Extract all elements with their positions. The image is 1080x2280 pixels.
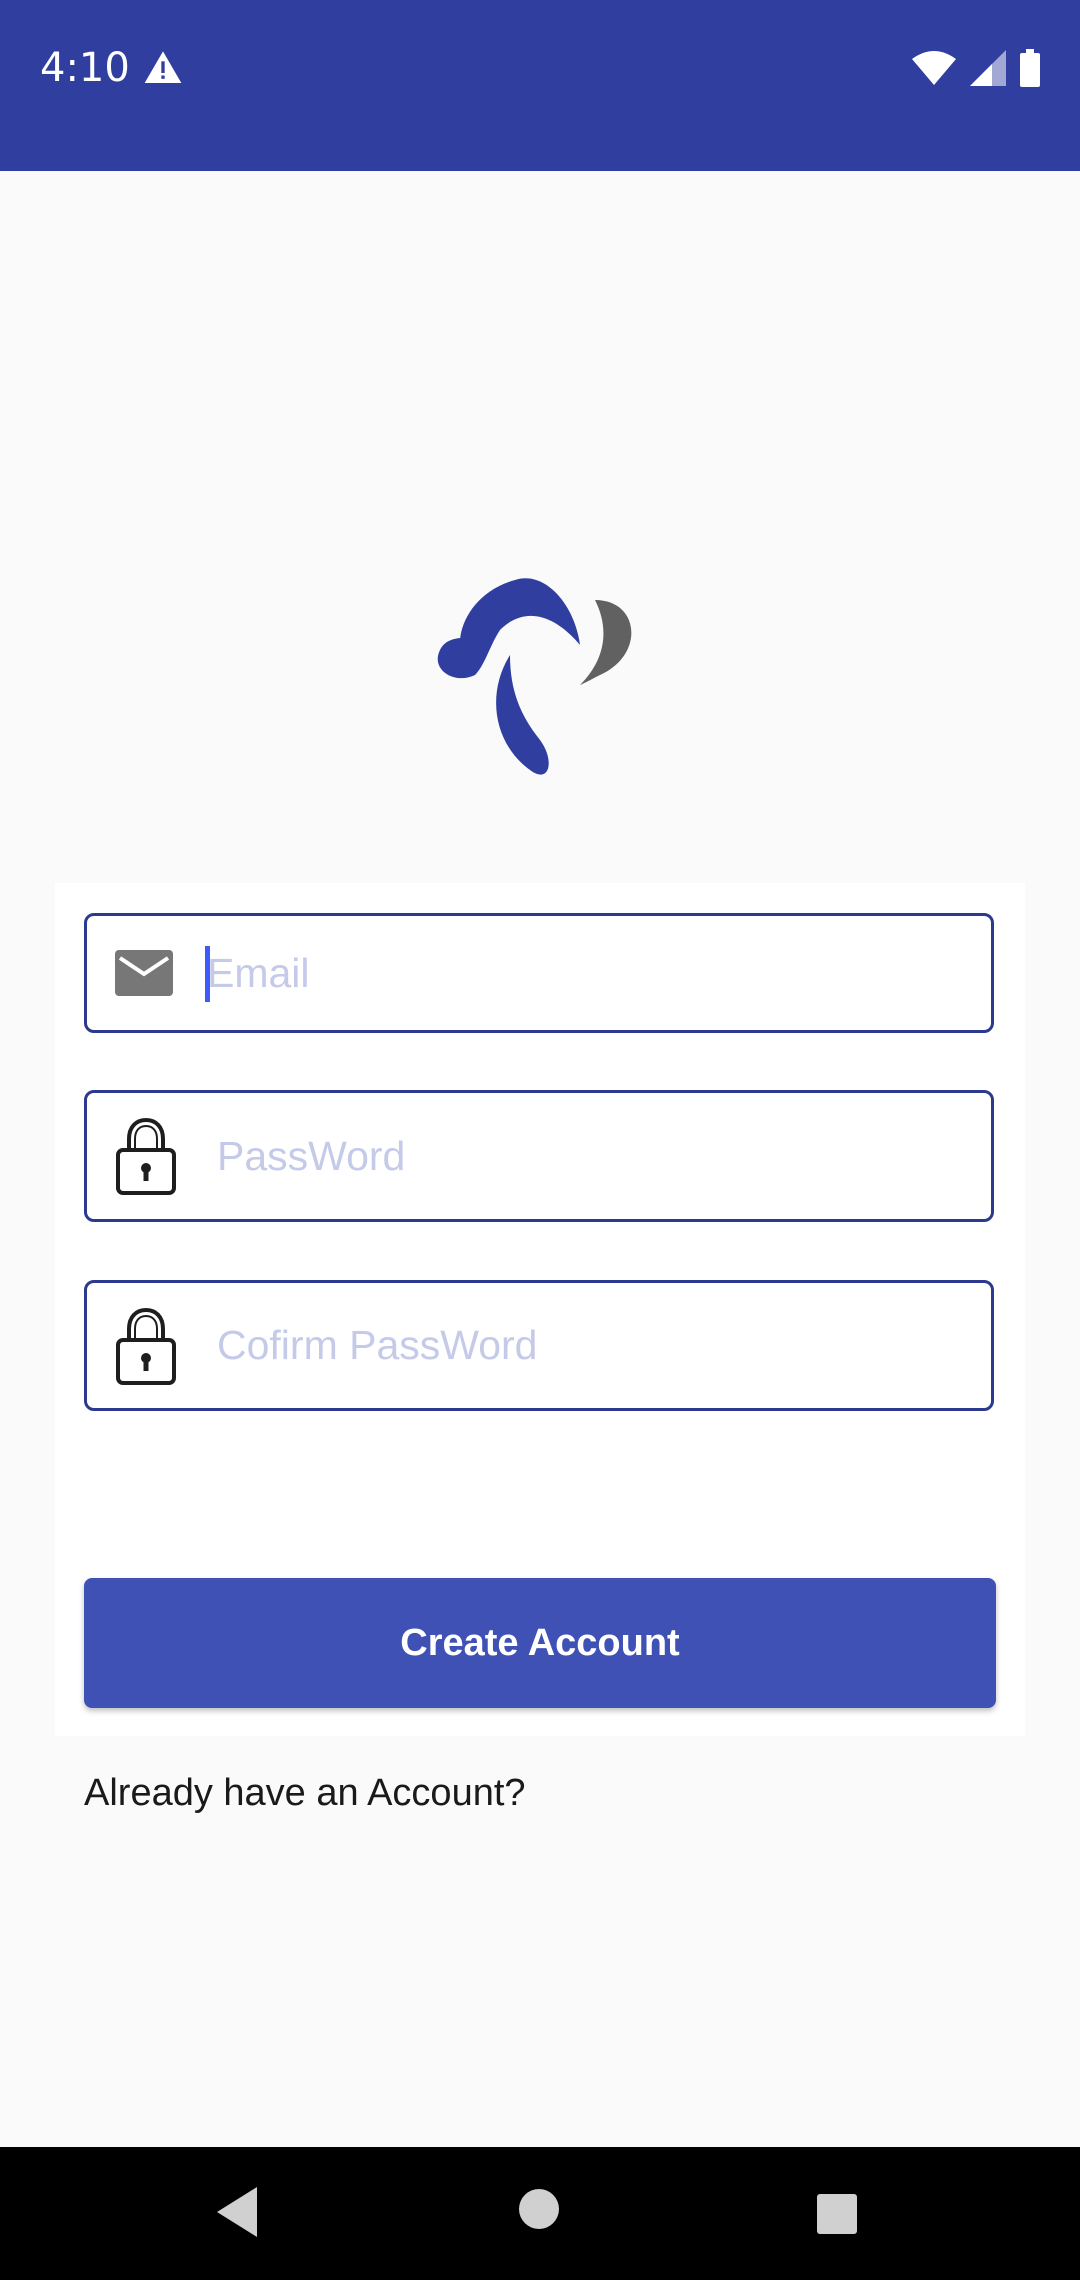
confirm-password-input[interactable] — [217, 1283, 971, 1408]
email-input[interactable] — [207, 916, 971, 1030]
warning-icon — [144, 51, 182, 83]
password-field[interactable] — [84, 1090, 994, 1222]
create-account-button[interactable]: Create Account — [84, 1578, 996, 1708]
status-icons — [912, 48, 1040, 88]
battery-icon — [1020, 49, 1040, 87]
password-input[interactable] — [217, 1093, 971, 1219]
recents-icon[interactable] — [817, 2194, 857, 2234]
confirm-password-field[interactable] — [84, 1280, 994, 1411]
lock-icon — [116, 1307, 176, 1385]
home-icon[interactable] — [517, 2187, 561, 2231]
status-bar: 4:10 — [0, 0, 1080, 171]
back-icon[interactable] — [215, 2185, 259, 2239]
status-time: 4:10 — [40, 45, 130, 91]
navigation-bar — [0, 2147, 1080, 2280]
already-have-account-link[interactable]: Already have an Account? — [84, 1768, 526, 1818]
wifi-icon — [912, 51, 956, 85]
mail-icon — [115, 950, 173, 996]
signal-icon — [970, 50, 1006, 86]
lock-icon — [116, 1117, 176, 1195]
app-logo — [437, 578, 632, 775]
email-field[interactable] — [84, 913, 994, 1033]
